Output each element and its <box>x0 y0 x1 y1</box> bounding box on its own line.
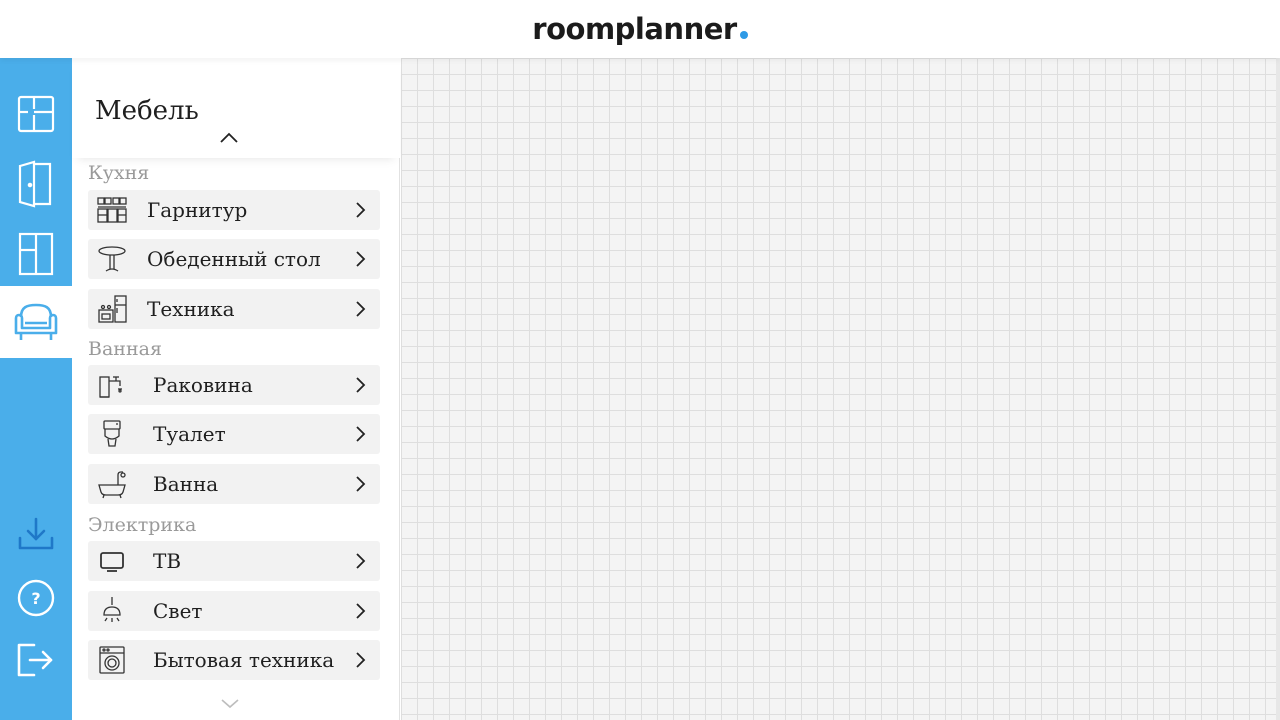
chevron-right-icon <box>356 652 366 668</box>
list-item-label: Раковина <box>153 373 253 397</box>
floorplan-canvas[interactable] <box>401 58 1280 720</box>
kitchen-cabinets-icon <box>97 197 127 223</box>
lamp-icon <box>103 597 121 622</box>
chevron-right-icon <box>356 476 366 492</box>
rail-floorplan-button[interactable] <box>0 78 72 150</box>
list-item-label: Гарнитур <box>147 198 248 222</box>
vertical-scrollbar[interactable] <box>1276 58 1280 720</box>
tv-icon <box>100 552 124 572</box>
list-item-tv[interactable]: ТВ <box>88 541 380 581</box>
armchair-icon <box>14 303 58 340</box>
chevron-right-icon <box>356 426 366 442</box>
section-label-electrics: Электрика <box>88 514 197 536</box>
furniture-panel: Мебель Кухня Гарнитур Обеденный стол Тех… <box>72 58 400 720</box>
dining-table-icon <box>98 246 126 272</box>
help-glyph: ? <box>31 589 40 608</box>
logo-dot <box>739 31 748 39</box>
list-item-label: Обеденный стол <box>147 247 321 271</box>
list-item-label: Туалет <box>153 422 226 446</box>
list-item-label: ТВ <box>153 549 182 573</box>
rail-door-button[interactable] <box>0 148 72 220</box>
list-item-kitchen-appliances[interactable]: Техника <box>88 289 380 329</box>
download-icon <box>18 517 54 550</box>
sink-icon <box>99 376 122 398</box>
floorplan-icon <box>17 95 55 133</box>
chevron-right-icon <box>356 377 366 393</box>
logo-text: roomplanner <box>532 12 737 46</box>
panel-title: Мебель <box>95 96 199 126</box>
list-item-label: Бытовая техника <box>153 648 335 672</box>
list-item-dining-table[interactable]: Обеденный стол <box>88 239 380 279</box>
list-item-label: Свет <box>153 599 203 623</box>
kitchen-appliances-icon <box>98 295 127 323</box>
chevron-right-icon <box>356 251 366 267</box>
section-label-kitchen: Кухня <box>88 162 150 184</box>
list-item-label: Техника <box>147 297 235 321</box>
chevron-right-icon <box>356 553 366 569</box>
rail-furniture-button[interactable] <box>0 286 72 358</box>
logout-icon <box>17 643 53 677</box>
list-item-home-appliances[interactable]: Бытовая техника <box>88 640 380 680</box>
bathtub-icon <box>98 471 126 499</box>
logo: roomplanner <box>532 12 748 46</box>
rail-logout-button[interactable] <box>0 624 72 696</box>
list-item-bathtub[interactable]: Ванна <box>88 464 380 504</box>
list-item-toilet[interactable]: Туалет <box>88 414 380 454</box>
window-icon <box>18 232 54 276</box>
list-item-light[interactable]: Свет <box>88 591 380 631</box>
chevron-right-icon <box>356 202 366 218</box>
rail-window-button[interactable] <box>0 218 72 290</box>
panel-header: Мебель <box>72 58 400 158</box>
door-icon <box>18 160 52 208</box>
help-icon: ? <box>17 579 55 617</box>
tool-rail: ? <box>0 58 72 720</box>
list-item-label: Ванна <box>153 472 219 496</box>
chevron-up-icon[interactable] <box>218 130 240 146</box>
chevron-down-icon[interactable] <box>220 696 240 710</box>
list-item-sink[interactable]: Раковина <box>88 365 380 405</box>
toilet-icon <box>103 420 121 447</box>
section-label-bathroom: Ванная <box>88 338 162 360</box>
washing-machine-icon <box>99 646 125 674</box>
chevron-right-icon <box>356 301 366 317</box>
rail-download-button[interactable] <box>0 498 72 570</box>
list-item-kitchen-set[interactable]: Гарнитур <box>88 190 380 230</box>
top-bar: roomplanner <box>0 0 1280 58</box>
chevron-right-icon <box>356 603 366 619</box>
